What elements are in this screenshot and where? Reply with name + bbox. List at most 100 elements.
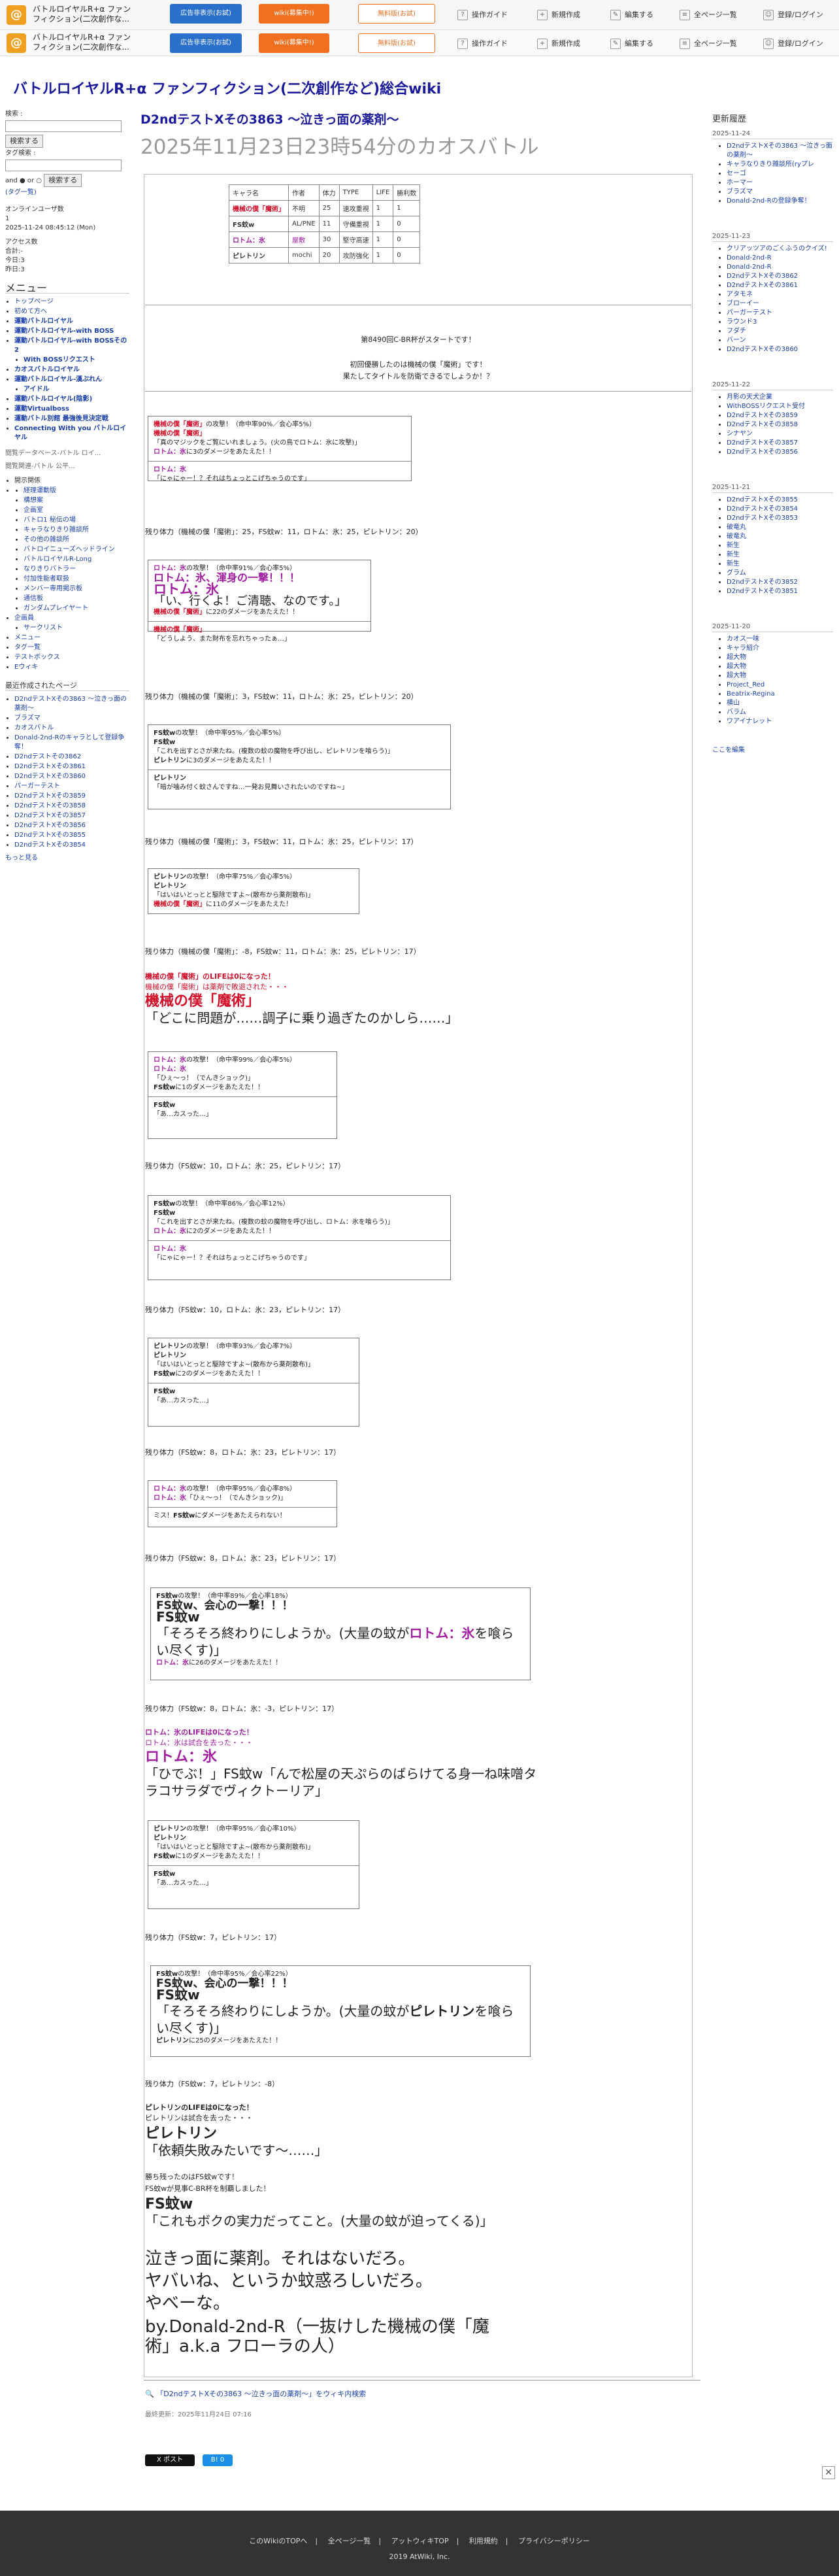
history-link[interactable]: Donald-2nd-R [727, 254, 772, 262]
cat-item[interactable]: バトルロイヤルR-Long [24, 555, 129, 564]
cat-link[interactable]: なりきりバトラー [24, 566, 76, 573]
history-item[interactable]: 超大物 [727, 662, 833, 671]
menu-link[interactable]: 運動バトルロイヤル-漢ぶれん [14, 376, 102, 383]
history-item[interactable]: D2ndテストXその3858 [727, 420, 833, 430]
history-link[interactable]: フダチ [727, 328, 746, 335]
history-link[interactable]: 横山 [727, 700, 740, 707]
recent-link[interactable]: D2ndテストXその3856 [14, 822, 86, 829]
cat-link[interactable]: メンバー専用掲示板 [24, 585, 82, 592]
history-item[interactable]: D2ndテストXその3862 [727, 272, 833, 281]
history-link[interactable]: グラム [727, 569, 746, 577]
menu-link[interactable]: 運動Virtualboss [14, 405, 69, 413]
recent-link[interactable]: D2ndテストXその3863 ～泣きっ面の薬剤～ [14, 696, 127, 712]
history-item[interactable]: D2ndテストXその3861 [727, 281, 833, 290]
history-link[interactable]: D2ndテストXその3853 [727, 515, 798, 522]
footer-link[interactable]: プライバシーポリシー [518, 2537, 590, 2545]
history-link[interactable]: D2ndテストXその3852 [727, 579, 798, 586]
history-link[interactable]: ラウンド3 [727, 318, 757, 326]
history-item[interactable]: Donald-2nd-Rの登録争奪！ [727, 197, 833, 206]
cat-item[interactable]: メンバー専用掲示板 [24, 585, 129, 594]
login-link[interactable]: ☺ 登録/ログイン [763, 9, 823, 20]
history-link[interactable]: クリアッツアのごくふうのクイズ! [727, 245, 827, 252]
cat-item[interactable]: なりきりバトラー [24, 565, 129, 574]
history-item[interactable]: D2ndテストXその3856 [727, 448, 833, 457]
history-link[interactable]: D2ndテストXその3860 [727, 346, 798, 353]
history-link[interactable]: ブローイー [727, 300, 759, 307]
history-link[interactable]: 破竜丸 [727, 524, 746, 531]
recent-item[interactable]: Donald-2nd-Rのキャラとして登録争奪！ [14, 734, 129, 752]
all-pages-link-2[interactable]: ≡ 全ページ一覧 [680, 38, 737, 49]
cat-item[interactable]: その他の雑談所 [24, 535, 129, 545]
history-item[interactable]: バーン [727, 336, 833, 345]
menu-item[interactable]: 運動バトル別館 最強後見決定戦 [14, 415, 129, 424]
history-item[interactable]: D2ndテストXその3855 [727, 496, 833, 505]
history-item[interactable]: クリアッツアのごくふうのクイズ! [727, 245, 833, 254]
history-link[interactable]: ワアイナレット [727, 718, 772, 725]
history-item[interactable]: D2ndテストXその3859 [727, 411, 833, 420]
history-item[interactable]: Donald-2nd-R [727, 254, 833, 263]
history-link[interactable]: 月影の天犬企業 [727, 394, 772, 401]
cat-item[interactable]: 構想案 [24, 496, 129, 505]
history-item[interactable]: キャラ紹介 [727, 644, 833, 653]
history-item[interactable]: Donald-2nd-R [727, 263, 833, 272]
hatena-bookmark-button[interactable]: B! 0 [203, 2454, 233, 2466]
free-plan-button-2[interactable]: 無料版(お試) [358, 33, 435, 53]
history-item[interactable]: ブラズマ [727, 188, 833, 197]
guide-link-2[interactable]: ? 操作ガイド [457, 38, 508, 49]
history-link[interactable]: D2ndテストXその3856 [727, 449, 798, 456]
cat-link[interactable]: 付加性能者取扱 [24, 575, 69, 583]
menu-item[interactable]: 運動バトルロイヤル [14, 317, 129, 326]
menu-link[interactable]: トップページ [14, 298, 54, 305]
menu-item[interactable]: 初めて方へ [14, 307, 129, 316]
recent-item[interactable]: D2ndテストその3862 [14, 753, 129, 762]
history-item[interactable]: キャラなりきり雑談所(ryプレ [727, 160, 833, 169]
menu-subitem[interactable]: With BOSSリクエスト [24, 356, 129, 365]
recent-item[interactable]: D2ndテストXその3860 [14, 772, 129, 781]
recent-item[interactable]: D2ndテストXその3858 [14, 802, 129, 811]
history-link[interactable]: ホーマー [727, 179, 753, 186]
history-link[interactable]: Project_Red [727, 681, 765, 688]
recent-link[interactable]: パーガーテスト [14, 783, 60, 790]
history-item[interactable]: Project_Red [727, 681, 833, 690]
tag-list-link[interactable]: (タグ一覧) [5, 189, 37, 196]
history-item[interactable]: Beatrix-Regina [727, 690, 833, 699]
cat-link[interactable]: サークリスト [24, 624, 63, 632]
history-link[interactable]: 超大物 [727, 654, 746, 661]
menu-item[interactable]: 運動バトルロイヤル-with BOSSその2 With BOSSリクエスト [14, 337, 129, 365]
history-link[interactable]: D2ndテストXその3862 [727, 273, 798, 280]
menu-link[interactable]: 運動バトルロイヤル-with BOSSその2 [14, 337, 127, 354]
recent-link[interactable]: D2ndテストXその3861 [14, 763, 86, 770]
recent-item[interactable]: D2ndテストXその3854 [14, 841, 129, 850]
atwiki-logo-2[interactable]: @ [7, 33, 26, 53]
menu-link[interactable]: 運動バトルロイヤル(陰影) [14, 396, 92, 403]
menu-link[interactable]: Connecting With you バトルロイヤル [14, 425, 126, 441]
recent-item[interactable]: D2ndテストXその3857 [14, 811, 129, 821]
tag-search-input[interactable] [5, 160, 122, 171]
history-item[interactable]: WithBOSSリクエスト受付 [727, 402, 833, 411]
menu-subitem[interactable]: アイドル [24, 385, 129, 394]
history-item[interactable]: ブローイー [727, 299, 833, 309]
cat-link[interactable]: その他の雑談所 [24, 536, 69, 543]
search-input[interactable] [5, 120, 122, 132]
cat-item[interactable]: 経理運動版 [24, 486, 129, 496]
recent-link[interactable]: D2ndテストXその3860 [14, 773, 86, 780]
history-link[interactable]: 破竜丸 [727, 533, 746, 540]
free-plan-button[interactable]: 無料版(お試) [358, 4, 435, 24]
history-link[interactable]: Donald-2nd-Rの登録争奪！ [727, 197, 811, 205]
more-recent-link[interactable]: もっと見る [5, 855, 38, 862]
recent-link[interactable]: カオスバトル [14, 724, 54, 732]
history-link[interactable]: カオス一味 [727, 636, 759, 643]
cat-link[interactable]: ガンダムプレイヤート [24, 605, 88, 612]
history-link[interactable]: ブラズマ [727, 188, 753, 195]
history-link[interactable]: WithBOSSリクエスト受付 [727, 403, 805, 410]
history-link[interactable]: 超大物 [727, 663, 746, 670]
cat-item[interactable]: 付加性能者取扱 [24, 575, 129, 584]
history-link[interactable]: 新生 [727, 560, 740, 568]
new-page-link[interactable]: + 新規作成 [537, 9, 580, 20]
recent-item[interactable]: D2ndテストXその3863 ～泣きっ面の薬剤～ [14, 695, 129, 713]
cat-item[interactable]: タグ一覧 [14, 643, 129, 652]
recent-item[interactable]: ブラズマ [14, 714, 129, 723]
history-link[interactable]: 新生 [727, 542, 740, 549]
tag-search-button[interactable]: 検索する [44, 174, 82, 187]
history-item[interactable]: D2ndテストXその3852 [727, 578, 833, 587]
